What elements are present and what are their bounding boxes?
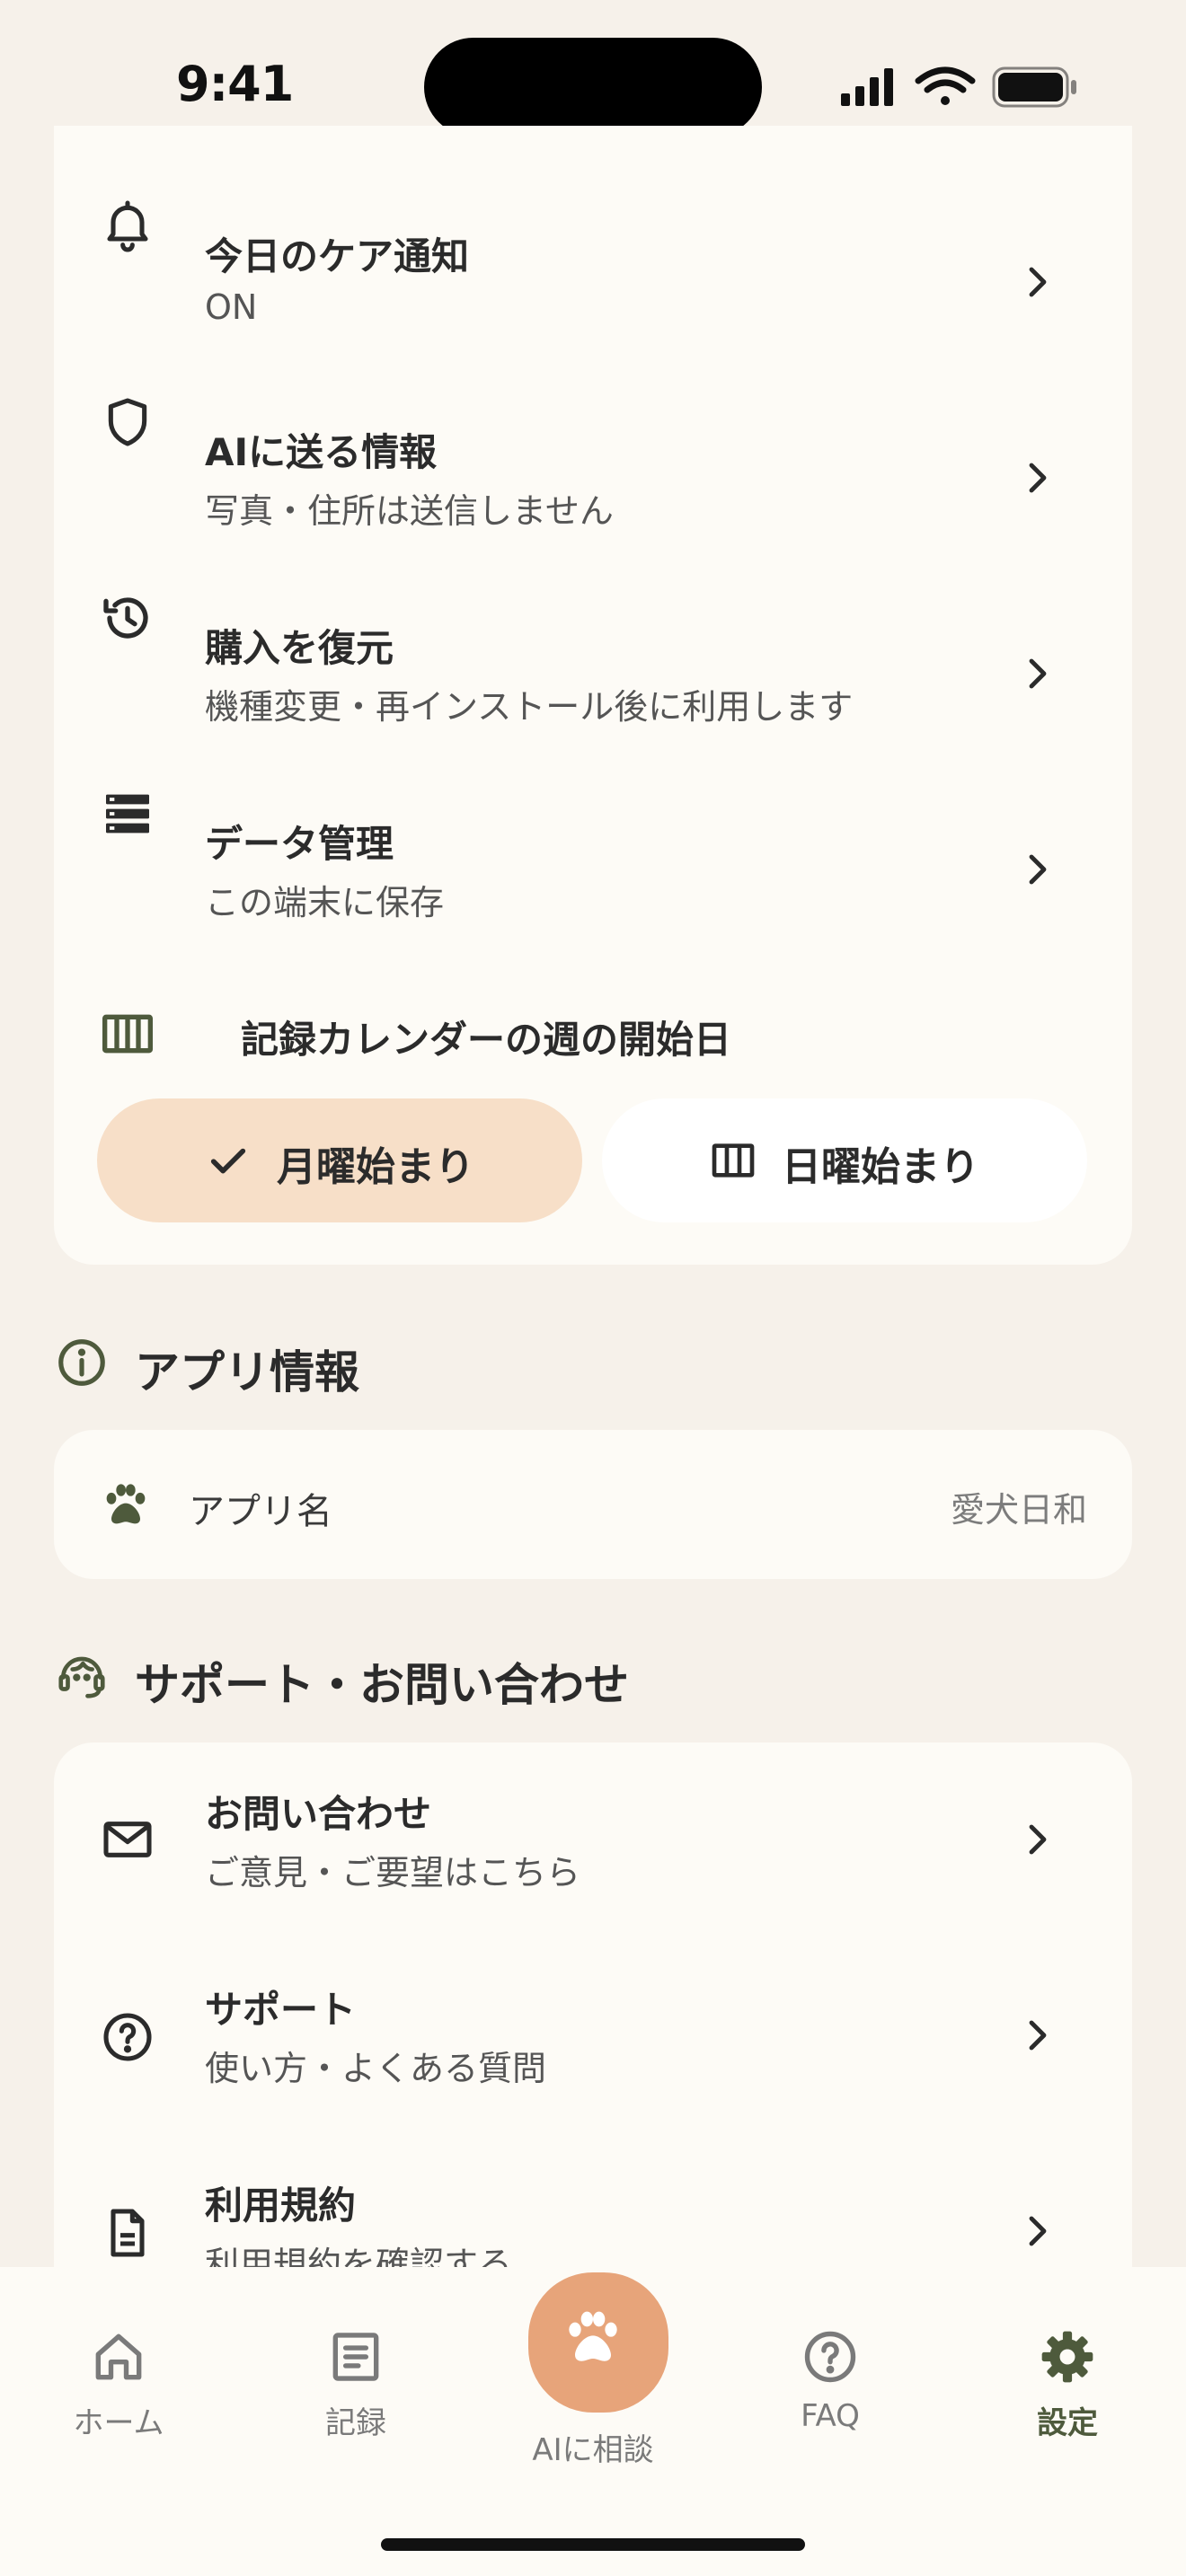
tab-home-label: ホーム	[73, 2405, 164, 2441]
mail-icon	[99, 1811, 156, 1868]
support-agent-icon	[54, 1647, 110, 1703]
calendar-columns-icon	[708, 1135, 758, 1186]
tab-bar: ホーム 記録 AIに相談 FAQ 設定	[0, 2267, 1186, 2576]
chevron-right-icon	[1015, 260, 1058, 304]
row-title: データ管理	[205, 822, 394, 866]
sunday-start-option[interactable]: 日曜始まり	[602, 1098, 1087, 1222]
chevron-right-icon	[1015, 456, 1058, 499]
row-title: AIに送る情報	[205, 430, 438, 474]
support-title: サポート・お問い合わせ	[135, 1659, 629, 1711]
restore-purchase-row[interactable]: 購入を復元 機種変更・再インストール後に利用します	[54, 517, 1132, 727]
chevron-right-icon	[1015, 848, 1058, 891]
app-name-label: アプリ名	[189, 1491, 332, 1532]
storage-icon	[99, 785, 156, 842]
wifi-icon	[915, 66, 976, 105]
tab-records[interactable]: 記録	[266, 2321, 446, 2447]
row-title: 利用規約	[205, 2183, 357, 2228]
restore-history-icon	[99, 589, 156, 647]
tab-ai-label: AIに相談	[532, 2432, 654, 2468]
chevron-right-icon	[1015, 2014, 1058, 2057]
dynamic-island	[424, 38, 762, 137]
app-info-heading: アプリ情報	[54, 1328, 1132, 1399]
support-card: お問い合わせ ご意見・ご要望はこちら サポート 使い方・よくある質問 利用規約 …	[54, 1742, 1132, 2299]
chevron-right-icon	[1015, 652, 1058, 695]
paw-icon	[97, 1476, 155, 1533]
tab-records-label: 記録	[325, 2405, 386, 2441]
home-icon	[88, 2326, 149, 2387]
calendar-columns-icon	[99, 1005, 156, 1063]
tab-faq[interactable]: FAQ	[740, 2321, 920, 2447]
chevron-right-icon	[1015, 1818, 1058, 1861]
tab-faq-label: FAQ	[801, 2398, 860, 2434]
status-icons	[839, 63, 1082, 113]
row-subtitle: 使い方・よくある質問	[205, 2049, 547, 2088]
shield-icon	[99, 393, 156, 451]
checkmark-icon	[203, 1135, 253, 1186]
ai-data-row[interactable]: AIに送る情報 写真・住所は送信しません	[54, 322, 1132, 531]
question-icon	[800, 2326, 861, 2387]
contact-row[interactable]: お問い合わせ ご意見・ご要望はこちら	[54, 1742, 1132, 1938]
week-start-heading: 記録カレンダーの週の開始日	[99, 1002, 1087, 1065]
app-info-card: アプリ名 愛犬日和	[54, 1430, 1132, 1579]
help-icon	[99, 2008, 156, 2066]
tab-settings[interactable]: 設定	[978, 2321, 1157, 2447]
sunday-start-label: 日曜始まり	[782, 1144, 979, 1190]
ai-consult-button[interactable]	[523, 2267, 674, 2418]
app-name-value: 愛犬日和	[950, 1490, 1087, 1530]
home-indicator	[381, 2538, 805, 2551]
gear-icon	[1037, 2326, 1098, 2387]
status-time: 9:41	[176, 56, 294, 112]
row-subtitle: この端末に保存	[205, 883, 445, 922]
bell-icon	[99, 196, 156, 253]
info-icon	[54, 1335, 110, 1390]
row-title: お問い合わせ	[205, 1792, 432, 1836]
monday-start-option[interactable]: 月曜始まり	[97, 1098, 582, 1222]
paw-icon	[569, 2311, 617, 2361]
signal-icon	[841, 68, 893, 106]
row-title: 今日のケア通知	[205, 234, 470, 278]
chevron-right-icon	[1015, 2210, 1058, 2253]
week-start-label: 記録カレンダーの週の開始日	[241, 1018, 732, 1062]
row-title: サポート	[205, 1988, 357, 2032]
app-info-title: アプリ情報	[135, 1346, 359, 1398]
data-management-row[interactable]: データ管理 この端末に保存	[54, 713, 1132, 922]
support-heading: サポート・お問い合わせ	[54, 1640, 1132, 1712]
row-title: 購入を復元	[205, 626, 394, 670]
row-subtitle: ご意見・ご要望はこちら	[205, 1853, 581, 1892]
tab-home[interactable]: ホーム	[29, 2321, 208, 2447]
monday-start-label: 月曜始まり	[277, 1144, 474, 1190]
records-icon	[325, 2326, 386, 2387]
document-icon	[99, 2204, 156, 2262]
care-notification-row[interactable]: 今日のケア通知 ON	[54, 126, 1132, 327]
settings-card: 今日のケア通知 ON AIに送る情報 写真・住所は送信しません 購入を復元 機種…	[54, 126, 1132, 1265]
battery-icon	[992, 66, 1076, 108]
tab-settings-label: 設定	[1037, 2405, 1098, 2441]
support-row[interactable]: サポート 使い方・よくある質問	[54, 1938, 1132, 2134]
